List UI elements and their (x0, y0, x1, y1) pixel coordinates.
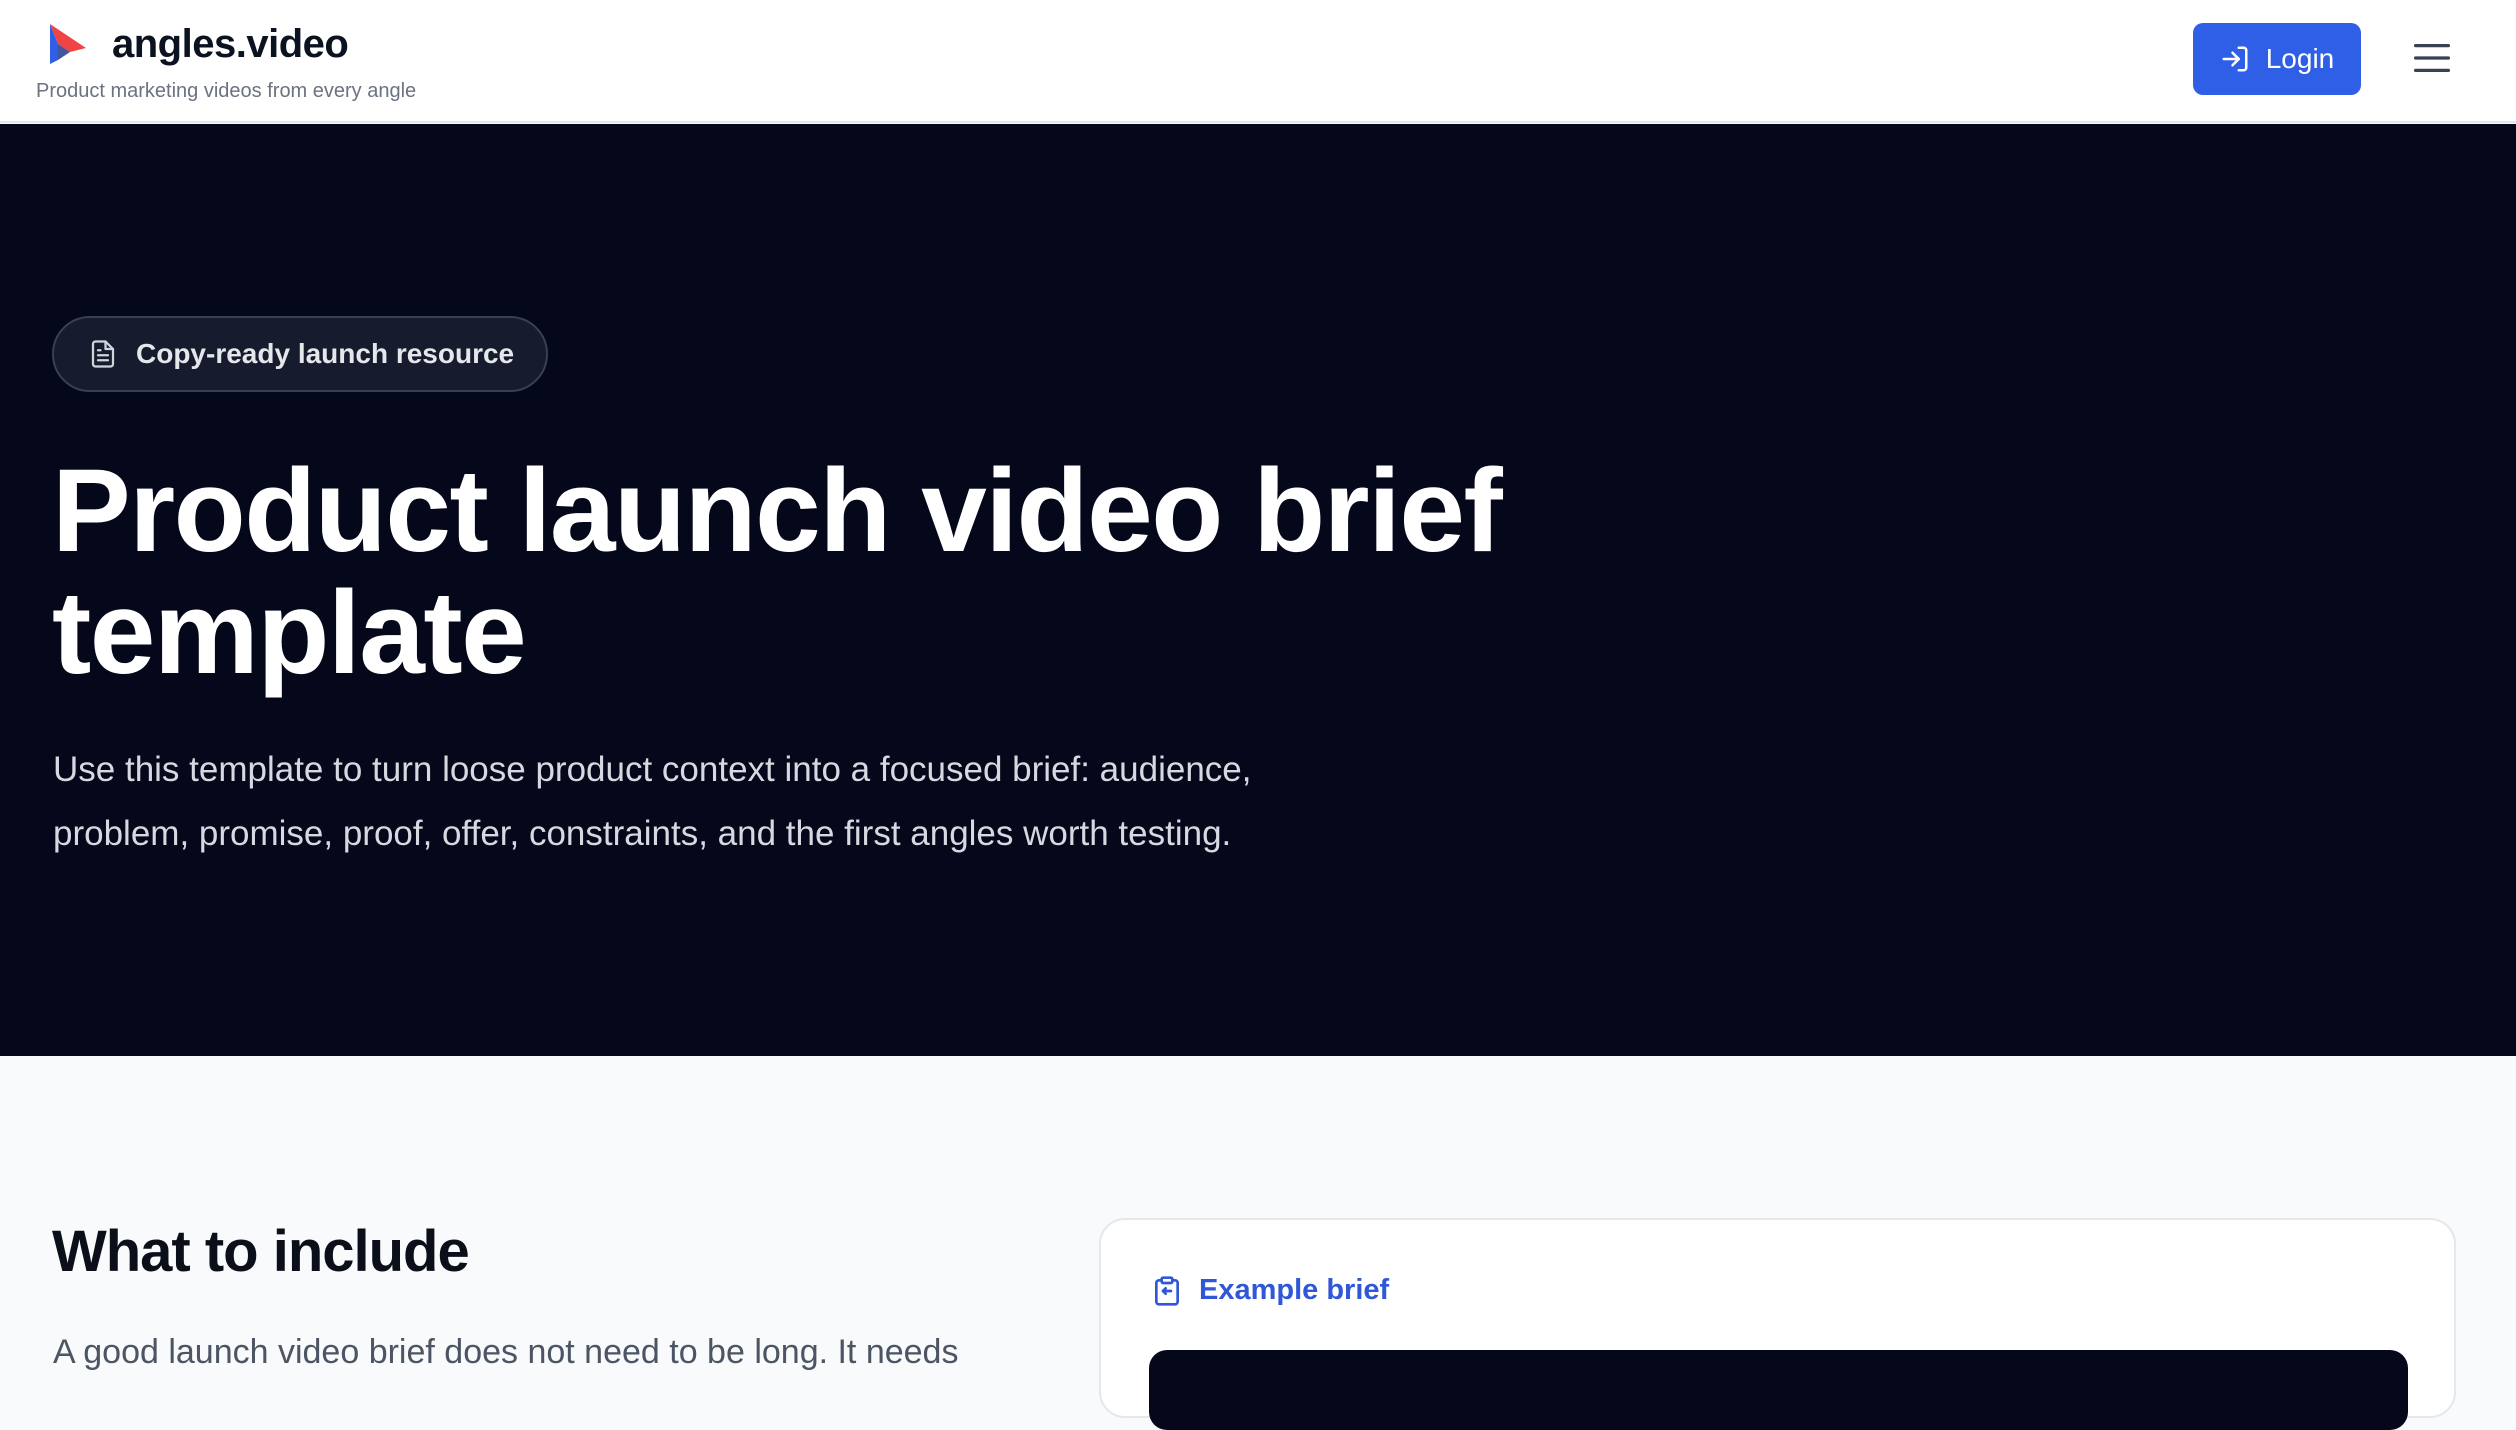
brand-tagline: Product marketing videos from every angl… (36, 80, 417, 102)
example-brief-label: Example brief (1199, 1274, 1390, 1306)
hero-description: Use this template to turn loose product … (53, 750, 1252, 853)
document-icon (91, 340, 115, 368)
hero-section: Copy-ready launch resource Product launc… (0, 124, 2516, 1056)
brand-name[interactable]: angles.video (112, 22, 349, 67)
site-header: angles.video Product marketing videos fr… (0, 0, 2516, 123)
brand-row: angles.video (36, 18, 416, 70)
example-brief-card: Example brief (1099, 1218, 2456, 1430)
login-label: Login (2265, 43, 2335, 74)
badge-label: Copy-ready launch resource (136, 338, 515, 369)
login-arrow-icon (2222, 46, 2248, 72)
section-intro: A good launch video brief does not need … (53, 1333, 959, 1371)
hamburger-menu-icon[interactable] (2412, 40, 2452, 76)
flag-logo-icon (50, 24, 86, 64)
clipboard-icon (1155, 1275, 1179, 1306)
page-title: Product launch video brief template (52, 445, 1503, 699)
example-brief-header: Example brief (1151, 1274, 1389, 1307)
section-heading: What to include (52, 1219, 470, 1284)
login-button[interactable]: Login (2193, 23, 2361, 95)
example-brief-code-block (1149, 1350, 2408, 1430)
brand[interactable]: angles.video Product marketing videos fr… (36, 18, 416, 103)
resource-badge: Copy-ready launch resource (52, 316, 549, 392)
